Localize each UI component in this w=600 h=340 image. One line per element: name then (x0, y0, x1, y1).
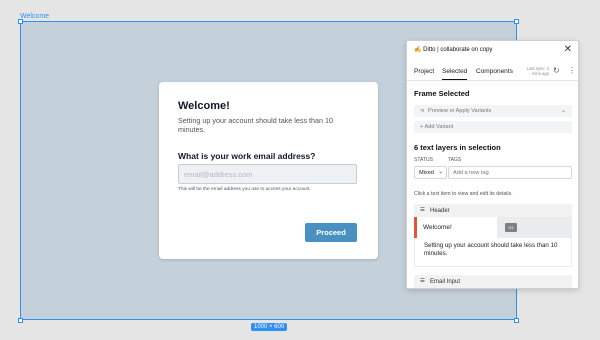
modal-title: Welcome! (178, 100, 230, 112)
text-item-text: Setting up your account should take less… (424, 242, 558, 257)
plugin-title: ✍️ Ditto | collaborate on copy (414, 47, 493, 53)
more-options-icon[interactable]: ⋮ (568, 66, 576, 75)
last-sync-text: Last sync: 4 mins ago (526, 66, 549, 76)
frame-size-badge: 1000 × 600 (251, 323, 288, 331)
group-header[interactable]: ☰ Header (414, 204, 572, 217)
share-icon: ⋖ (420, 107, 425, 114)
resize-handle-bottom-left[interactable] (18, 318, 23, 323)
frame-label[interactable]: Welcome (20, 13, 49, 20)
status-value: Mixed (419, 170, 434, 176)
click-hint: Click a text item to view and edit its d… (414, 191, 513, 197)
add-variant-label: + Add Variant (420, 124, 454, 130)
text-item-text: Welcome! (423, 224, 452, 231)
group-header-label: Header (430, 207, 450, 214)
chevron-down-icon: ⌄ (560, 108, 566, 114)
resize-handle-top-left[interactable] (18, 19, 23, 24)
close-icon[interactable]: ✕ (564, 44, 572, 55)
status-label: STATUS (414, 157, 433, 163)
resize-handle-top-right[interactable] (514, 19, 519, 24)
email-input[interactable] (178, 164, 357, 184)
plugin-header: ✍️ Ditto | collaborate on copy ✕ (407, 41, 578, 59)
plugin-tabs: Project Selected Components Last sync: 4… (407, 63, 578, 81)
preview-variants-label: Preview or Apply Variants (428, 108, 492, 114)
tab-components[interactable]: Components (476, 68, 513, 75)
text-item[interactable]: Setting up your account should take less… (414, 238, 572, 267)
welcome-modal: Welcome! Setting up your account should … (159, 82, 378, 259)
frame-selected-title: Frame Selected (414, 89, 470, 98)
add-variant-button[interactable]: + Add Variant (414, 121, 572, 133)
tags-input[interactable] (448, 166, 572, 179)
menu-icon: ☰ (420, 278, 426, 284)
resize-handle-bottom-right[interactable] (514, 318, 519, 323)
email-question-label: What is your work email address? (178, 151, 316, 161)
h1-tag-badge: H1 (505, 223, 517, 232)
group-email-input-label: Email Input (430, 278, 461, 285)
tab-project[interactable]: Project (414, 68, 434, 75)
group-email-input[interactable]: ☰ Email Input (414, 275, 572, 288)
tab-selected[interactable]: Selected (442, 68, 468, 80)
text-item-meta: H1 (497, 217, 572, 238)
email-hint: This will be the email address you use t… (178, 187, 311, 192)
ditto-plugin-panel: ✍️ Ditto | collaborate on copy ✕ Project… (406, 40, 579, 289)
chevron-down-icon: ⌄ (438, 169, 443, 175)
text-item-selected[interactable]: Welcome! H1 (414, 217, 572, 238)
menu-icon: ☰ (420, 207, 426, 213)
refresh-icon[interactable]: ↻ (553, 66, 560, 75)
text-layers-title: 6 text layers in selection (414, 143, 501, 152)
text-item-content: Welcome! (417, 217, 497, 238)
status-select[interactable]: Mixed ⌄ (414, 166, 447, 179)
preview-variants-dropdown[interactable]: ⋖ Preview or Apply Variants ⌄ (414, 105, 572, 117)
modal-subtitle: Setting up your account should take less… (178, 116, 334, 134)
proceed-button[interactable]: Proceed (305, 223, 357, 242)
tags-label: TAGS (448, 157, 462, 163)
